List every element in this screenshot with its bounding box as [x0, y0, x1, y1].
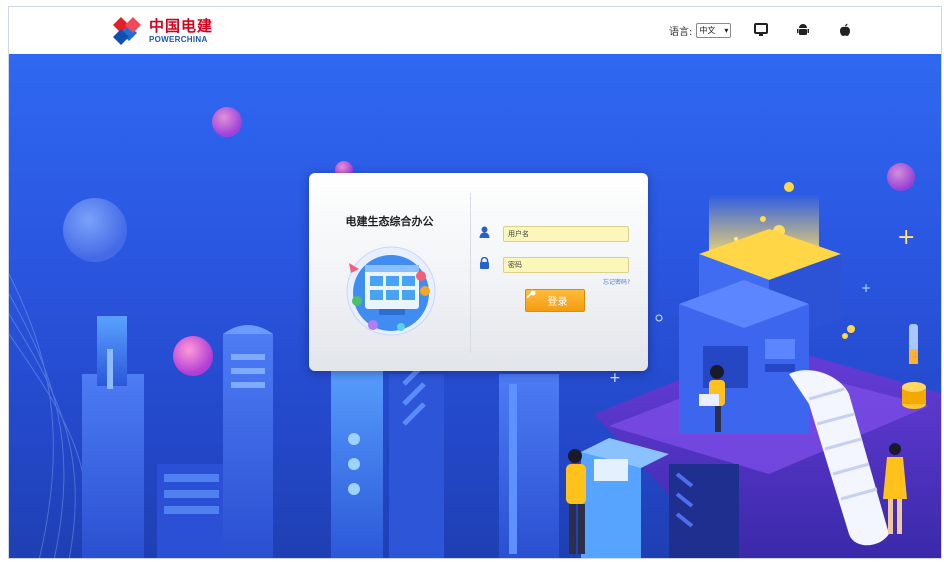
- powerchina-logo: 中国电建 POWERCHINA: [111, 14, 213, 48]
- svg-text:+: +: [861, 281, 871, 295]
- svg-text:+: +: [609, 370, 621, 386]
- logo-mark-icon: [111, 15, 143, 47]
- password-row: 密码: [479, 257, 629, 273]
- lock-icon: [479, 257, 495, 273]
- svg-text:+: +: [897, 225, 915, 250]
- login-card: 电建生态综合办公 用户名 密码 忘记密码? 登录: [309, 173, 648, 371]
- hero-background: + + + 电建生态综合办公 用户名 密码 忘记密码? 登录: [9, 54, 941, 558]
- chevron-down-icon: ▾: [724, 26, 729, 35]
- login-button-label: 登录: [547, 297, 568, 308]
- language-select[interactable]: 中文 ▾: [696, 23, 732, 38]
- card-divider: [470, 193, 471, 353]
- forgot-password-link[interactable]: 忘记密码?: [603, 277, 630, 286]
- user-icon: [479, 226, 495, 242]
- office-illustration: [343, 243, 439, 339]
- logo-english-text: POWERCHINA: [149, 34, 208, 44]
- android-icon[interactable]: [794, 20, 812, 40]
- username-row: 用户名: [479, 226, 629, 242]
- app-window: 中国电建 POWERCHINA 语言: 中文 ▾ + + + 电建生态综合办公 …: [8, 6, 942, 559]
- monitor-icon[interactable]: [752, 20, 770, 40]
- system-title: 电建生态综合办公: [345, 215, 434, 228]
- apple-icon[interactable]: [836, 20, 854, 40]
- login-button[interactable]: 登录: [525, 289, 585, 312]
- language-label: 语言:: [669, 27, 693, 38]
- password-input[interactable]: 密码: [503, 257, 629, 273]
- top-header: 中国电建 POWERCHINA 语言: 中文 ▾: [9, 7, 941, 55]
- language-value: 中文: [699, 26, 716, 35]
- logo-chinese-text: 中国电建: [149, 16, 214, 35]
- language-switcher: 语言: 中文 ▾: [669, 23, 732, 38]
- username-input[interactable]: 用户名: [503, 226, 629, 242]
